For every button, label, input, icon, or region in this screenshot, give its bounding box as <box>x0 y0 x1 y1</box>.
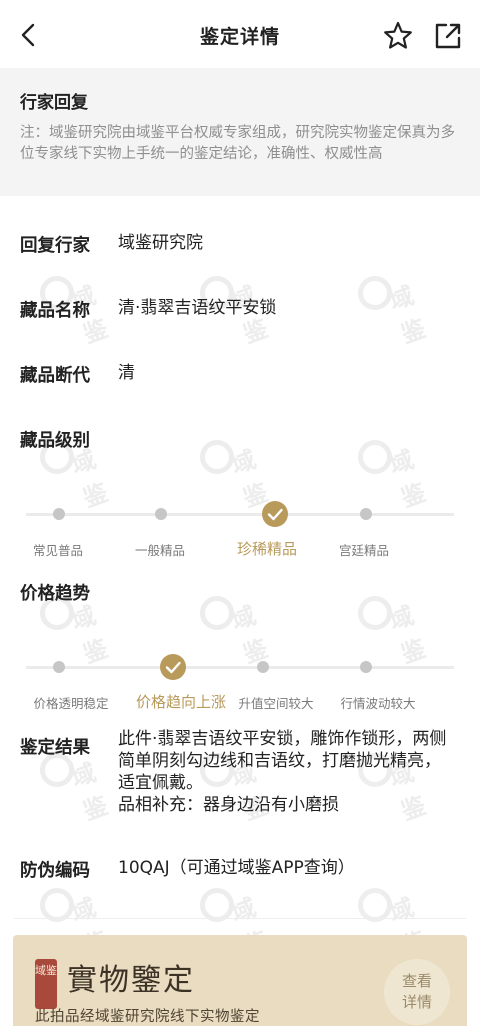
watermark: 域鉴 <box>358 588 440 669</box>
trend-node <box>53 661 65 673</box>
trend-option-label: 升值空间较大 <box>238 696 314 711</box>
result-text: 此件·翡翠吉语纹平安锁，雕饰作锁形，两侧简单阴刻勾边线和吉语纹，打磨抛光精亮，适… <box>118 729 447 793</box>
watermark-logo-icon <box>200 888 234 922</box>
level-node <box>155 508 167 520</box>
era-value: 清 <box>118 363 135 383</box>
result-extra-text: 品相补充：器身边沿有小磨损 <box>118 795 339 815</box>
result-label: 鉴定结果 <box>20 738 90 758</box>
view-details-line1: 查看 <box>401 972 432 990</box>
level-label: 藏品级别 <box>20 431 90 451</box>
watermark-text: 域鉴 <box>385 445 430 513</box>
trend-option-label-selected: 价格趋向上涨 <box>135 693 226 711</box>
expert-value: 域鉴研究院 <box>118 233 203 253</box>
trend-option-label: 价格透明稳定 <box>33 696 109 711</box>
watermark-text: 域鉴 <box>385 601 430 669</box>
seal-logo: 域鉴 <box>35 959 57 1009</box>
trend-node <box>360 661 372 673</box>
item-name-label: 藏品名称 <box>20 301 90 321</box>
expert-label: 回复行家 <box>20 236 90 256</box>
watermark-logo-icon <box>358 596 392 630</box>
watermark-logo-icon <box>200 440 234 474</box>
era-label: 藏品断代 <box>20 366 90 386</box>
banner-title: 實物鑒定 <box>67 963 195 998</box>
watermark-logo-icon <box>200 596 234 630</box>
level-option-label: 一般精品 <box>134 543 185 558</box>
view-details-button[interactable]: 查看 详情 <box>384 959 450 1025</box>
code-value: 10QAJ（可通过域鉴APP查询） <box>118 858 355 878</box>
item-name-value: 清·翡翠吉语纹平安锁 <box>118 298 277 318</box>
level-option-label: 常见普品 <box>32 543 83 558</box>
expert-notice: 行家回复 注：域鉴研究院由域鉴平台权威专家组成，研究院实物鉴定保真为多位专家线下… <box>0 68 480 196</box>
banner-subtitle: 此拍品经域鉴研究院线下实物鉴定 <box>35 1009 260 1025</box>
nav-header: 鉴定详情 <box>0 0 480 68</box>
watermark: 域鉴 <box>200 432 282 513</box>
star-icon <box>384 21 412 49</box>
watermark: 域鉴 <box>358 432 440 513</box>
level-track <box>26 513 454 516</box>
trend-label: 价格趋势 <box>20 584 90 604</box>
level-option-label: 宫廷精品 <box>338 543 389 558</box>
check-icon <box>165 661 181 674</box>
trend-track <box>26 666 454 669</box>
watermark-logo-icon <box>358 440 392 474</box>
trend-node <box>257 661 269 673</box>
share-button[interactable] <box>432 20 464 52</box>
share-icon <box>435 23 461 49</box>
trend-selected-node <box>160 654 186 680</box>
divider <box>14 918 466 919</box>
check-icon <box>267 508 283 521</box>
result-value: 此件·翡翠吉语纹平安锁，雕饰作锁形，两侧简单阴刻勾边线和吉语纹，打磨抛光精亮，适… <box>118 728 448 816</box>
notice-text: 注：域鉴研究院由域鉴平台权威专家组成，研究院实物鉴定保真为多位专家线下实物上手统… <box>20 125 455 162</box>
trend-option-label: 行情波动较大 <box>340 696 416 711</box>
code-label: 防伪编码 <box>20 861 90 881</box>
level-node <box>360 508 372 520</box>
watermark-logo-icon <box>40 888 74 922</box>
favorite-button[interactable] <box>382 20 414 52</box>
physical-appraisal-banner[interactable]: 域鉴 實物鑒定 此拍品经域鉴研究院线下实物鉴定 查看 详情 <box>13 935 467 1026</box>
level-option-label-selected: 珍稀精品 <box>236 540 297 558</box>
watermark-text: 域鉴 <box>227 601 272 669</box>
notice-title: 行家回复 <box>20 93 88 113</box>
level-node <box>53 508 65 520</box>
level-selected-node <box>262 501 288 527</box>
view-details-line2: 详情 <box>401 993 432 1011</box>
watermark-logo-icon <box>358 888 392 922</box>
watermark: 域鉴 <box>200 588 282 669</box>
